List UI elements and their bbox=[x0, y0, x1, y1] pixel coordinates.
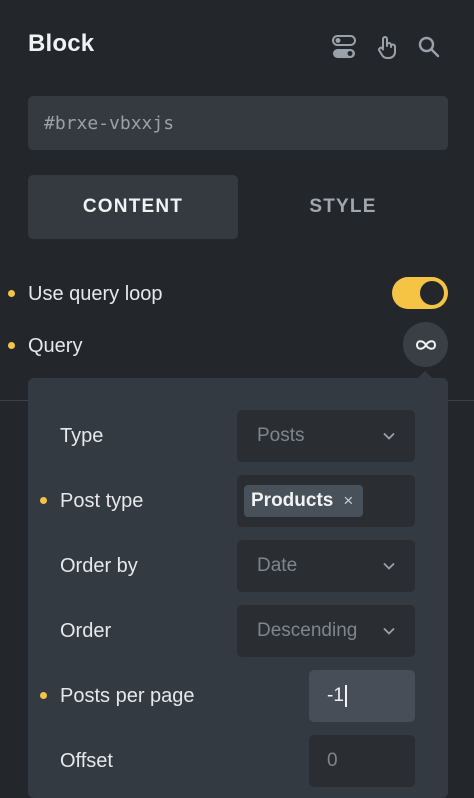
infinity-icon bbox=[415, 339, 436, 350]
search-icon[interactable] bbox=[416, 34, 442, 60]
posts-per-page-value: -1 bbox=[327, 685, 344, 706]
order-select-value: Descending bbox=[257, 620, 358, 641]
tab-style[interactable]: STYLE bbox=[238, 175, 448, 239]
chevron-down-icon bbox=[383, 627, 395, 635]
order-by-label: Order by bbox=[60, 555, 138, 577]
post-type-tag: Products × bbox=[244, 485, 364, 517]
order-by-select[interactable]: Date bbox=[237, 540, 415, 592]
panel-header: Block bbox=[0, 0, 474, 96]
posts-per-page-input[interactable]: -1 bbox=[309, 670, 415, 722]
order-label: Order bbox=[60, 620, 112, 642]
query-settings-button[interactable] bbox=[403, 322, 448, 367]
type-select-value: Posts bbox=[257, 425, 305, 446]
post-type-tag-label: Products bbox=[251, 490, 334, 511]
remove-tag-icon[interactable]: × bbox=[343, 491, 353, 511]
modified-indicator-dot bbox=[8, 290, 15, 297]
order-by-select-value: Date bbox=[257, 555, 298, 576]
pointer-hand-icon[interactable] bbox=[374, 34, 400, 60]
use-query-loop-toggle[interactable] bbox=[392, 277, 448, 309]
toggle-knob bbox=[420, 281, 444, 305]
modified-indicator-dot bbox=[40, 692, 47, 699]
query-label: Query bbox=[28, 335, 83, 357]
chevron-down-icon bbox=[383, 432, 395, 440]
offset-placeholder: 0 bbox=[327, 750, 338, 771]
posts-per-page-label: Posts per page bbox=[60, 685, 195, 707]
modified-indicator-dot bbox=[8, 342, 15, 349]
text-caret bbox=[344, 685, 347, 707]
type-label: Type bbox=[60, 425, 104, 447]
use-query-loop-label: Use query loop bbox=[28, 283, 163, 305]
modified-indicator-dot bbox=[40, 497, 47, 504]
element-id-field[interactable]: #brxe-vbxxjs bbox=[28, 96, 448, 150]
toggle-panel-icon[interactable] bbox=[331, 34, 357, 60]
type-select[interactable]: Posts bbox=[237, 410, 415, 462]
tab-content[interactable]: CONTENT bbox=[28, 175, 238, 239]
panel-title: Block bbox=[28, 30, 95, 57]
chevron-down-icon bbox=[383, 562, 395, 570]
offset-label: Offset bbox=[60, 750, 113, 772]
offset-input[interactable]: 0 bbox=[309, 735, 415, 787]
post-type-select[interactable]: Products × bbox=[237, 475, 415, 527]
order-select[interactable]: Descending bbox=[237, 605, 415, 657]
post-type-label: Post type bbox=[60, 490, 144, 512]
